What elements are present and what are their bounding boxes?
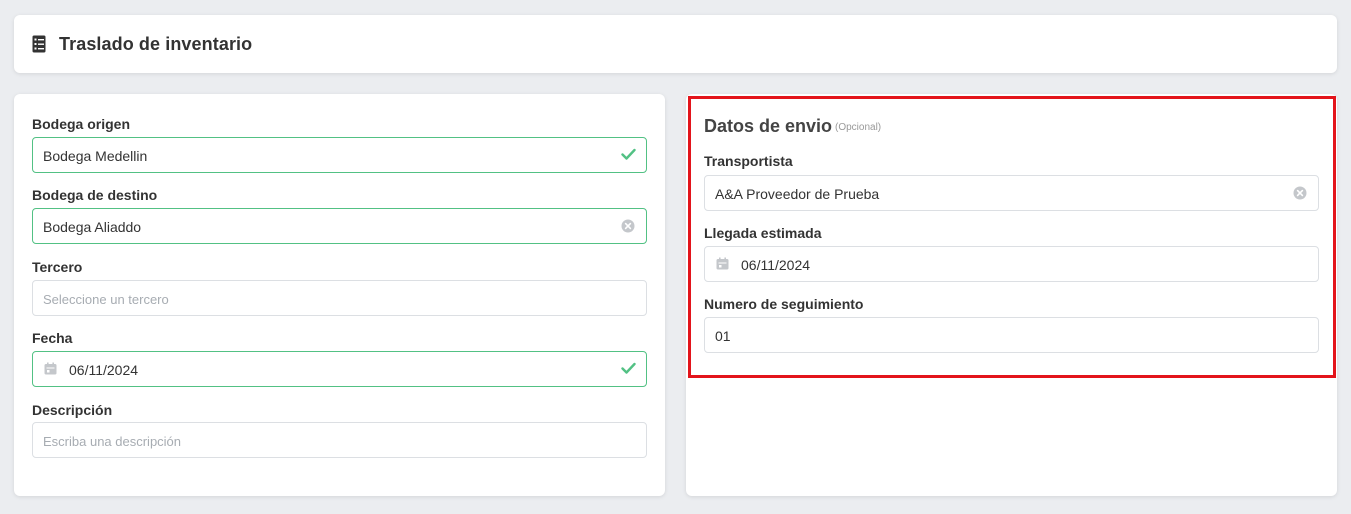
transfer-form: Bodega origen Bodega Medellin Bodega de … (14, 94, 665, 496)
origin-label: Bodega origen (32, 116, 131, 132)
calendar-icon (44, 362, 57, 375)
destination-select[interactable]: Bodega Aliaddo (32, 208, 647, 244)
description-label: Descripción (32, 402, 113, 418)
date-value: 06/11/2024 (69, 362, 139, 378)
origin-value: Bodega Medellin (43, 148, 148, 164)
description-input[interactable]: Escriba una descripción (32, 422, 647, 458)
third-party-placeholder: Seleccione un tercero (43, 292, 169, 307)
destination-label: Bodega de destino (32, 187, 158, 203)
checklist-icon (32, 35, 46, 53)
check-icon (621, 148, 636, 160)
destination-value: Bodega Aliaddo (43, 219, 142, 235)
description-placeholder: Escriba una descripción (43, 434, 182, 449)
page-title: Traslado de inventario (59, 34, 253, 54)
date-label: Fecha (32, 330, 73, 346)
origin-select[interactable]: Bodega Medellin (32, 137, 647, 173)
third-party-select[interactable]: Seleccione un tercero (32, 280, 647, 316)
third-party-label: Tercero (32, 259, 83, 275)
check-icon (621, 362, 636, 374)
page-header: Traslado de inventario (14, 15, 1337, 73)
highlight-box (688, 96, 1336, 378)
date-picker[interactable]: 06/11/2024 (32, 351, 647, 387)
clear-icon[interactable] (621, 219, 635, 233)
